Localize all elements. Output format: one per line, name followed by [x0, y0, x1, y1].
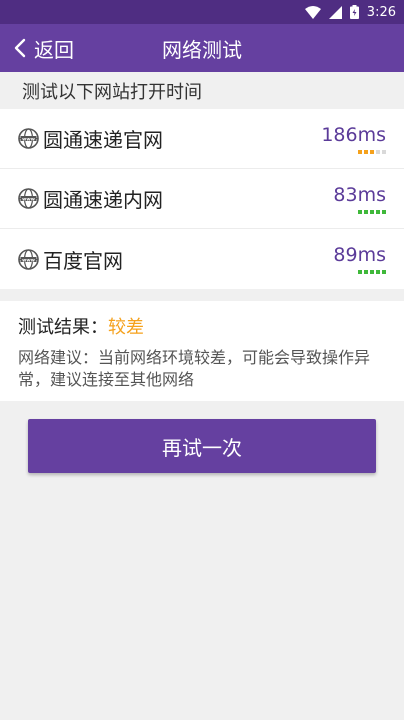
signal-dot	[370, 270, 374, 274]
result-line: 测试结果： 较差	[18, 311, 386, 341]
wifi-icon	[304, 5, 321, 19]
globe-icon: www	[18, 188, 39, 209]
signal-dot	[376, 270, 380, 274]
network-advice: 网络建议：当前网络环境较差，可能会导致操作异常，建议连接至其他网络	[18, 348, 371, 389]
retry-button[interactable]: 再试一次	[28, 419, 376, 473]
back-button[interactable]: 返回	[0, 24, 86, 72]
signal-dot	[358, 209, 362, 214]
section-header: 测试以下网站打开时间	[0, 72, 404, 109]
signal-dot	[364, 270, 368, 274]
site-name: 圆通速递官网	[43, 128, 163, 152]
latency-group: 89ms	[333, 244, 386, 274]
app-bar: 返回 网络测试	[0, 24, 404, 72]
status-bar: 3:26	[0, 0, 404, 24]
signal-dot	[376, 149, 380, 154]
result-value: 较差	[108, 317, 144, 338]
signal-dot	[382, 270, 386, 274]
divider	[0, 289, 404, 301]
globe-icon: www	[18, 128, 39, 149]
signal-strength-icon	[358, 209, 386, 214]
signal-dot	[358, 270, 362, 274]
site-name: 百度官网	[43, 248, 123, 273]
list-item: www 圆通速递内网 83ms	[0, 169, 404, 229]
signal-dot	[370, 149, 374, 154]
latency-group: 83ms	[333, 184, 386, 214]
list-item: www 百度官网 89ms	[0, 229, 404, 289]
status-time: 3:26	[366, 4, 396, 20]
battery-icon	[349, 5, 359, 19]
latency-value: 89ms	[333, 244, 386, 266]
signal-dot	[382, 209, 386, 214]
signal-strength-icon	[358, 149, 386, 154]
globe-icon: www	[18, 248, 39, 270]
site-name: 圆通速递内网	[43, 188, 163, 212]
result-label: 测试结果：	[18, 317, 108, 338]
signal-dot	[364, 149, 368, 154]
latency-value: 186ms	[321, 123, 386, 146]
result-panel: 测试结果： 较差 网络建议：当前网络环境较差，可能会导致操作异常，建议连接至其他…	[0, 301, 404, 401]
back-label: 返回	[34, 37, 74, 62]
signal-dot	[364, 209, 368, 214]
signal-strength-icon	[358, 270, 386, 274]
svg-text:www: www	[22, 197, 35, 202]
signal-icon	[328, 5, 342, 19]
svg-text:www: www	[22, 137, 35, 142]
signal-dot	[370, 209, 374, 214]
signal-dot	[376, 209, 380, 214]
signal-dot	[358, 149, 362, 154]
chevron-left-icon	[14, 38, 26, 58]
svg-text:www: www	[22, 258, 35, 263]
latency-group: 186ms	[321, 124, 386, 154]
list-item: www 圆通速递官网 186ms	[0, 109, 404, 169]
site-list: www 圆通速递官网 186ms www 圆通速递内网 83ms www 百度官网 89ms	[0, 109, 404, 289]
latency-value: 83ms	[333, 183, 386, 206]
signal-dot	[382, 149, 386, 154]
